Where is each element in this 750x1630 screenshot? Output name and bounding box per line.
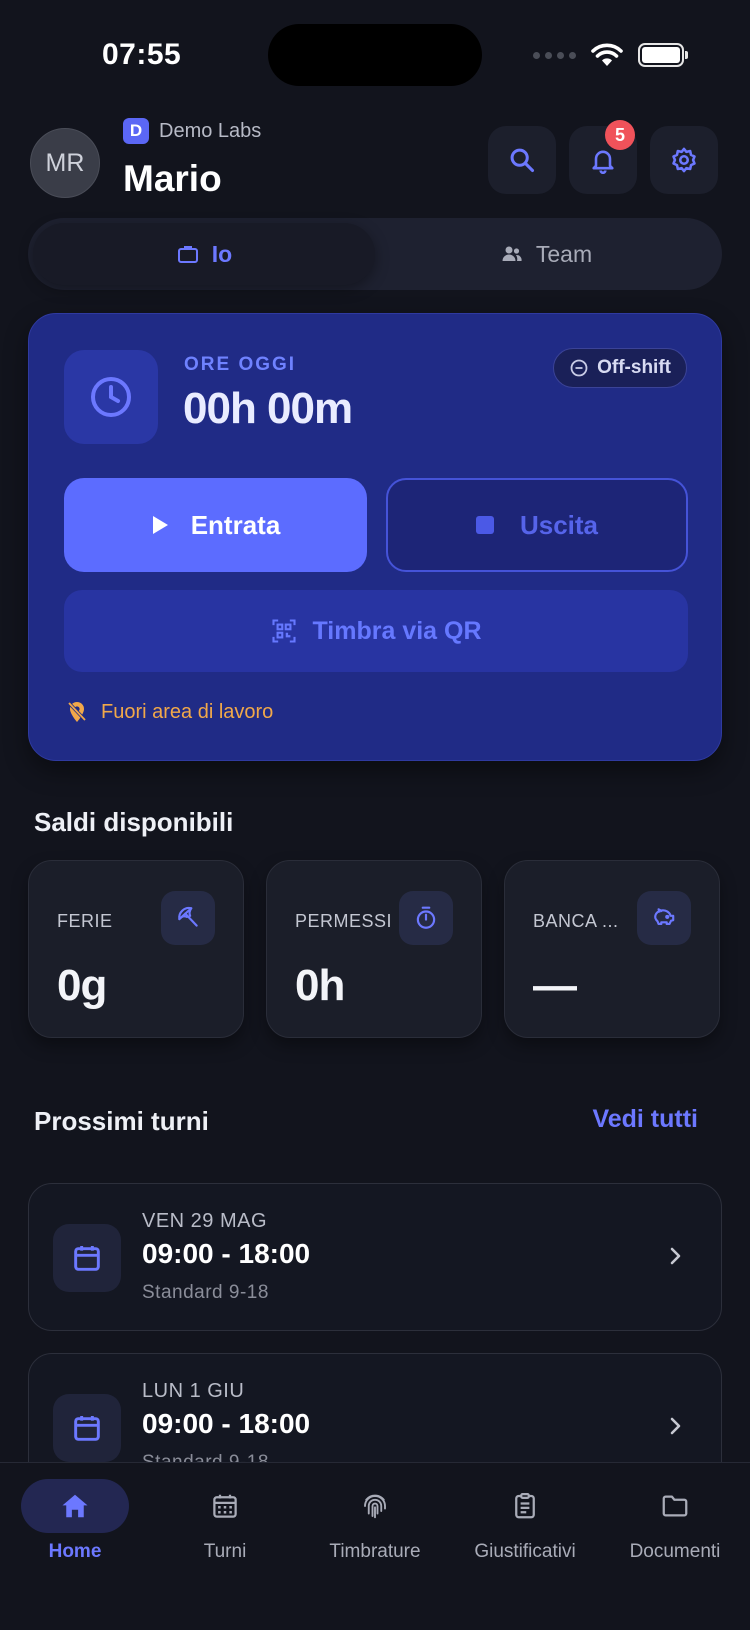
org-switcher[interactable]: D Demo Labs [123,118,261,144]
nav-icon-wrap [621,1479,729,1533]
shifts-title: Prossimi turni [34,1106,209,1136]
shift-status-text: Off-shift [597,357,671,378]
nav-label: Documenti [629,1541,721,1562]
nav-timbrature[interactable]: Timbrature [300,1479,450,1563]
stop-icon [475,516,494,534]
nav-icon-wrap [321,1479,429,1533]
clock-icon [91,377,131,417]
umbrella-icon [178,906,198,927]
geofence-warning: Fuori area di lavoro [65,700,273,724]
balance-value: 0g [57,961,107,1010]
folder-icon [662,1495,688,1517]
balances-title: Saldi disponibili [34,807,234,837]
nav-label: Turni [203,1541,247,1562]
avatar[interactable]: MR [30,128,100,198]
tab-team[interactable]: Team [375,223,717,285]
notifications-button[interactable]: 5 [569,120,637,194]
calendar-icon [74,1246,100,1271]
home-icon [62,1494,88,1518]
shift-time: 09:00 - 18:00 [142,1408,311,1439]
nav-label: Home [48,1541,102,1562]
chevron-right-icon [670,1247,681,1265]
status-bar: 07:55 [0,0,750,110]
balance-card-banca[interactable]: BANCA ... — [504,860,720,1038]
shift-status-badge: Off-shift [553,348,687,388]
nav-icon-wrap [21,1479,129,1533]
gear-icon [672,147,696,173]
settings-button[interactable] [650,126,718,194]
shift-time: 09:00 - 18:00 [142,1238,311,1269]
balance-value: — [533,961,577,1010]
battery-icon [638,43,688,67]
hours-label: ORE OGGI [184,354,297,375]
clock-out-button[interactable]: Uscita [386,478,688,572]
balance-label: BANCA ... [533,911,619,931]
org-name: Demo Labs [159,119,262,142]
geofence-warning-text: Fuori area di lavoro [101,700,274,723]
balance-label: FERIE [57,911,113,931]
calendar-grid-icon [213,1494,237,1518]
tab-io-label: Io [211,240,233,267]
balance-card-ferie[interactable]: FERIE 0g [28,860,244,1038]
bell-icon [592,150,614,174]
balance-icon-tile [399,891,453,945]
tab-io[interactable]: Io [33,223,375,285]
balance-label: PERMESSI [295,911,393,931]
nav-label: Timbrature [329,1541,421,1562]
users-icon [502,246,522,261]
nav-documenti[interactable]: Documenti [600,1479,750,1563]
clock-tile [64,350,158,444]
search-icon [510,148,535,173]
wifi-icon [591,43,623,66]
header: MR D Demo Labs Mario 5 [30,118,720,208]
clock-out-label: Uscita [519,509,599,540]
see-all-shifts-link[interactable]: Vedi tutti [592,1105,698,1134]
nav-label: Giustificativi [474,1541,576,1562]
shift-date: LUN 1 GIU [142,1380,245,1402]
chevron-right-icon [670,1417,681,1435]
balance-card-permessi[interactable]: PERMESSI 0h [266,860,482,1038]
shift-calendar-tile [53,1224,121,1292]
cellular-signal-icon [533,51,576,59]
status-time: 07:55 [102,38,182,71]
play-icon [152,516,168,534]
bottom-nav: Home Turni Timbrature Giustificativi Doc… [0,1462,750,1630]
shift-name: Standard 9-18 [142,1282,269,1303]
shift-card[interactable]: VEN 29 MAG 09:00 - 18:00 Standard 9-18 [28,1183,722,1331]
qr-clock-label: Timbra via QR [312,616,482,645]
view-switcher: Io Team [28,218,722,290]
nav-icon-wrap [471,1479,579,1533]
org-badge: D [123,118,149,144]
hours-value: 00h 00m [183,384,353,433]
nav-turni[interactable]: Turni [150,1479,300,1563]
shift-calendar-tile [53,1394,121,1462]
hours-today-card: ORE OGGI 00h 00m Off-shift Entrata Uscit… [28,313,722,761]
dynamic-island [268,24,482,86]
minus-circle-icon [570,359,588,377]
piggy-bank-icon [654,908,675,926]
clipboard-icon [515,1493,535,1519]
calendar-icon [74,1416,100,1441]
briefcase-icon [177,246,198,263]
location-off-icon [67,701,87,722]
tab-team-label: Team [535,240,593,267]
nav-giustificativi[interactable]: Giustificativi [450,1479,600,1563]
user-name: Mario [123,158,222,199]
nav-home[interactable]: Home [0,1479,150,1563]
status-icons [533,42,688,68]
balance-icon-tile [161,891,215,945]
home-screen: 07:55 MR D Demo Labs Mario 5 Io Team ORE… [0,0,750,1630]
clock-in-button[interactable]: Entrata [64,478,367,572]
shift-date: VEN 29 MAG [142,1210,268,1232]
clock-in-label: Entrata [190,509,281,540]
balance-icon-tile [637,891,691,945]
nav-icon-wrap [171,1479,279,1533]
qr-code-icon [272,619,297,643]
stopwatch-icon [416,906,436,929]
qr-clock-button[interactable]: Timbra via QR [64,590,688,672]
fingerprint-icon [364,1494,386,1519]
balance-value: 0h [295,961,345,1010]
notification-badge: 5 [605,120,635,150]
search-button[interactable] [488,126,556,194]
